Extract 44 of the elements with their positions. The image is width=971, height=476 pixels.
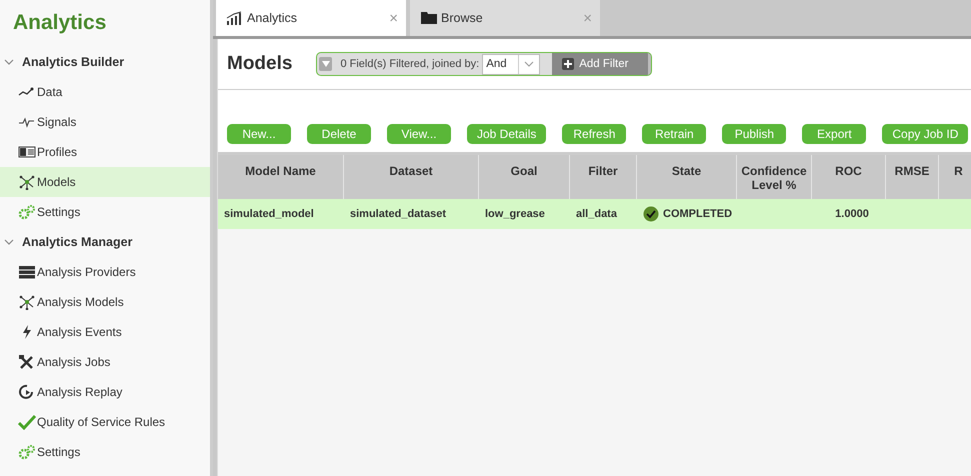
profile-icon <box>18 144 36 160</box>
tab[interactable]: Browse × <box>410 0 600 36</box>
tab[interactable]: Analytics × <box>216 0 406 36</box>
sidebar-item[interactable]: Analysis Models <box>0 287 210 317</box>
table-cell: simulated_model <box>224 208 314 220</box>
sidebar-item[interactable]: Data <box>0 77 210 107</box>
page-title: Models <box>227 53 292 75</box>
sidebar-item[interactable]: Analysis Events <box>0 317 210 347</box>
gears-icon <box>18 444 36 460</box>
table-cell: low_grease <box>485 208 545 220</box>
folder-icon <box>420 11 438 25</box>
sidebar-item[interactable]: Models <box>0 167 210 197</box>
sidebar-item[interactable]: Signals <box>0 107 210 137</box>
section-header[interactable]: Analytics Builder <box>0 47 210 77</box>
join-select[interactable]: And <box>482 54 540 74</box>
plus-icon <box>562 58 574 70</box>
table-cell: simulated_dataset <box>350 208 446 220</box>
caret-icon[interactable] <box>524 61 534 67</box>
dropdown-icon[interactable] <box>319 57 332 71</box>
sidebar-item[interactable]: Analysis Replay <box>0 377 210 407</box>
app-title: Analytics <box>12 10 108 36</box>
section-header[interactable]: Analytics Manager <box>0 227 210 257</box>
bar-chart-icon <box>226 11 244 25</box>
chevron-icon <box>4 57 14 67</box>
table-row[interactable]: simulated_model simulated_dataset low_grease all_data COMPLETED 1.0000 <box>218 199 971 229</box>
sidebar-item[interactable]: Profiles <box>0 137 210 167</box>
sidebar-item[interactable]: Analysis Jobs <box>0 347 210 377</box>
network-icon <box>18 294 36 310</box>
filter-summary: 0 Field(s) Filtered, joined by: <box>340 58 480 70</box>
table-cell: COMPLETED <box>663 208 732 220</box>
table-cell: 1.0000 <box>835 208 869 220</box>
chevron-icon <box>4 237 14 247</box>
gears-icon <box>18 204 36 220</box>
sidebar-item[interactable]: Settings <box>0 197 210 227</box>
table-cell: all_data <box>576 208 617 220</box>
server-icon <box>18 264 36 280</box>
replay-icon <box>18 384 36 400</box>
network-icon <box>18 174 36 190</box>
sidebar-item[interactable]: Analysis Providers <box>0 257 210 287</box>
add-filter-button[interactable]: Add Filter <box>552 53 652 75</box>
sidebar-item[interactable]: Settings <box>0 437 210 467</box>
sidebar-item[interactable]: Quality of Service Rules <box>0 407 210 437</box>
checkmark-icon <box>18 414 36 430</box>
tools-icon <box>18 354 36 370</box>
